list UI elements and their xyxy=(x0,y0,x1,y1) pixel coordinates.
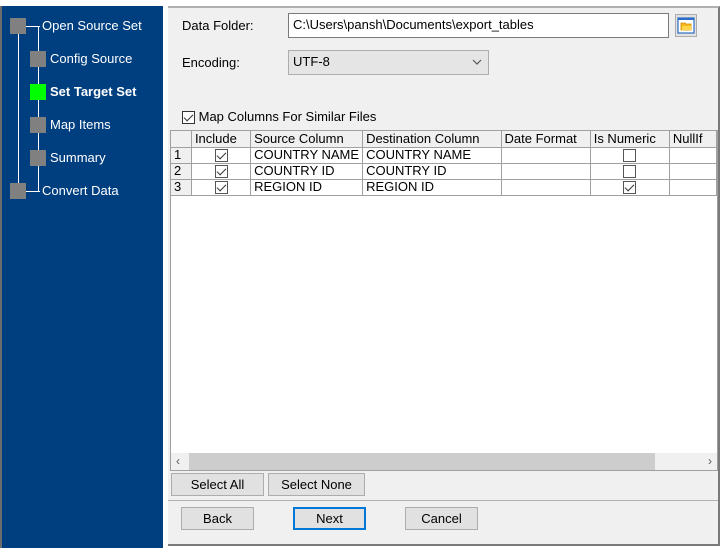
divider xyxy=(168,500,718,501)
back-button[interactable]: Back xyxy=(181,507,254,530)
include-cell[interactable] xyxy=(190,146,252,164)
encoding-value: UTF-8 xyxy=(293,54,330,69)
scroll-right-icon[interactable]: › xyxy=(708,454,712,468)
is-numeric-cell[interactable] xyxy=(589,146,670,164)
wizard-step-map-items: Map Items xyxy=(50,117,111,132)
table-row[interactable]: 2 COUNTRY ID COUNTRY ID xyxy=(171,162,717,180)
step-status-icon xyxy=(10,18,26,34)
column-header[interactable]: Destination Column xyxy=(362,131,502,148)
wizard-step-convert-data: Convert Data xyxy=(42,183,119,198)
tree-line xyxy=(26,191,40,192)
destination-column-cell[interactable]: COUNTRY ID xyxy=(362,162,502,180)
checkbox[interactable] xyxy=(623,149,637,162)
data-folder-input[interactable]: C:\Users\pansh\Documents\export_tables xyxy=(288,13,669,38)
include-cell[interactable] xyxy=(190,178,252,196)
table-row[interactable]: 3 REGION ID REGION ID xyxy=(171,178,717,196)
source-column-cell[interactable]: COUNTRY NAME xyxy=(250,146,364,164)
horizontal-scrollbar[interactable]: ‹ › xyxy=(171,453,717,470)
checkbox[interactable] xyxy=(182,111,195,125)
column-header[interactable]: Date Format xyxy=(500,131,591,148)
chevron-down-icon xyxy=(472,59,482,65)
is-numeric-cell[interactable] xyxy=(589,178,670,196)
include-cell[interactable] xyxy=(190,162,252,180)
is-numeric-cell[interactable] xyxy=(589,162,670,180)
wizard-sidebar: Open Source Set Config Source Set Target S… xyxy=(0,6,163,548)
scroll-left-icon[interactable]: ‹ xyxy=(176,454,180,468)
source-column-cell[interactable]: REGION ID xyxy=(250,178,364,196)
step-status-icon xyxy=(30,84,46,100)
row-number: 1 xyxy=(171,146,192,164)
source-column-cell[interactable]: COUNTRY ID xyxy=(250,162,364,180)
wizard-step-config-source: Config Source xyxy=(50,51,133,66)
step-status-icon xyxy=(30,150,46,166)
date-format-cell[interactable] xyxy=(500,162,591,180)
folder-icon xyxy=(677,17,695,34)
browse-folder-button[interactable] xyxy=(675,14,697,37)
checkbox[interactable] xyxy=(214,149,228,162)
checkbox[interactable] xyxy=(214,165,228,178)
nullif-cell[interactable] xyxy=(668,146,717,164)
select-all-button[interactable]: Select All xyxy=(171,473,264,496)
column-header[interactable]: NullIf xyxy=(668,131,717,148)
date-format-cell[interactable] xyxy=(500,178,591,196)
wizard-step-set-target-set: Set Target Set xyxy=(50,84,137,99)
row-number: 3 xyxy=(171,178,192,196)
map-similar-label: Map Columns For Similar Files xyxy=(198,109,377,124)
cancel-button[interactable]: Cancel xyxy=(405,507,478,530)
encoding-label: Encoding: xyxy=(182,55,240,70)
checkbox[interactable] xyxy=(623,165,637,178)
table-row[interactable]: 1 COUNTRY NAME COUNTRY NAME xyxy=(171,146,717,164)
wizard-step-summary: Summary xyxy=(50,150,106,165)
row-number: 2 xyxy=(171,162,192,180)
date-format-cell[interactable] xyxy=(500,146,591,164)
map-similar-checkbox[interactable]: Map Columns For Similar Files xyxy=(182,109,376,125)
destination-column-cell[interactable]: COUNTRY NAME xyxy=(362,146,502,164)
nullif-cell[interactable] xyxy=(668,162,717,180)
row-header-corner xyxy=(171,131,192,148)
scrollbar-thumb[interactable] xyxy=(189,453,655,470)
next-button[interactable]: Next xyxy=(293,507,366,530)
checkbox[interactable] xyxy=(623,181,637,194)
nullif-cell[interactable] xyxy=(668,178,717,196)
step-status-icon xyxy=(10,183,26,199)
destination-column-cell[interactable]: REGION ID xyxy=(362,178,502,196)
select-none-button[interactable]: Select None xyxy=(268,473,365,496)
wizard-step-open-source-set: Open Source Set xyxy=(42,18,142,33)
step-status-icon xyxy=(30,117,46,133)
column-header[interactable]: Source Column xyxy=(250,131,364,148)
data-folder-label: Data Folder: xyxy=(182,18,254,33)
step-status-icon xyxy=(30,51,46,67)
column-header[interactable]: Include xyxy=(190,131,252,148)
tree-line xyxy=(18,26,19,192)
encoding-select[interactable]: UTF-8 xyxy=(288,50,489,75)
column-mapping-grid[interactable]: Include Source Column Destination Column Da… xyxy=(170,130,718,471)
column-header[interactable]: Is Numeric xyxy=(589,131,670,148)
checkbox[interactable] xyxy=(214,181,228,194)
